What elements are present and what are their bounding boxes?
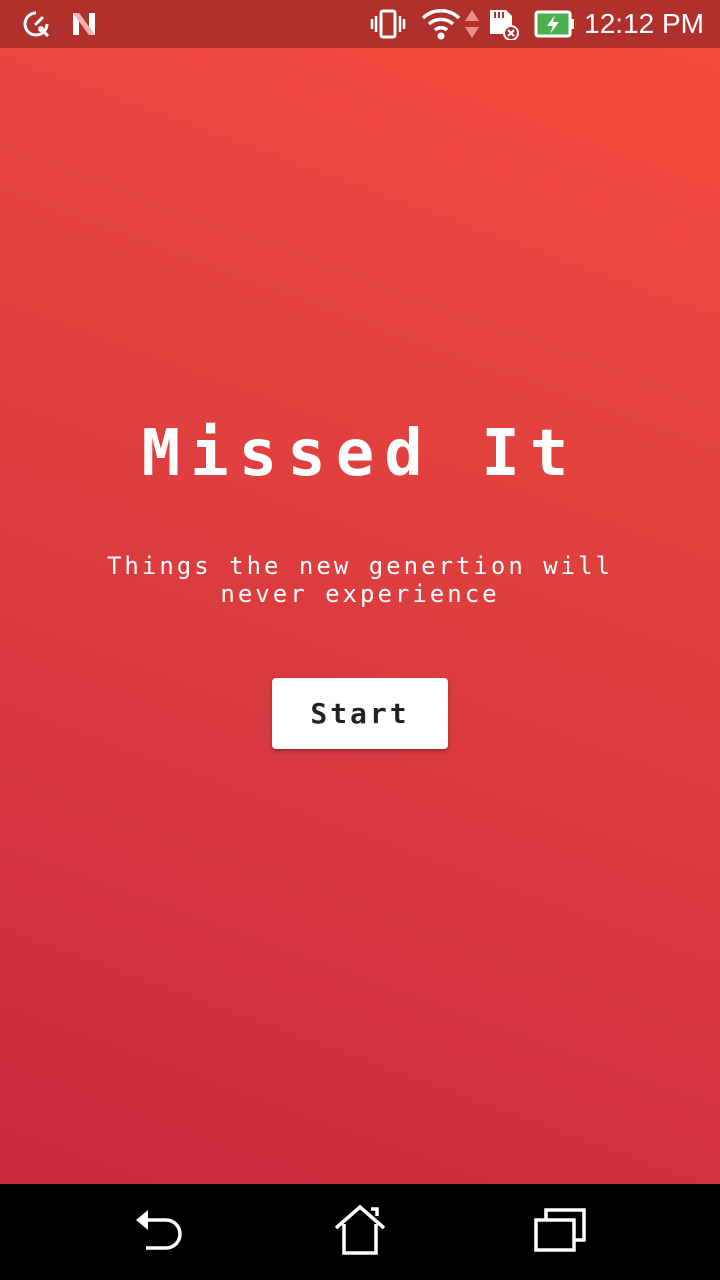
- recents-button[interactable]: [530, 1202, 590, 1262]
- start-button-label: Start: [310, 697, 410, 730]
- wifi-icon: [420, 8, 462, 40]
- battery-charging-icon: [534, 8, 576, 40]
- app-subtitle: Things the new genertion will never expe…: [106, 552, 614, 608]
- speedometer-wrench-icon: [20, 8, 52, 40]
- sd-card-error-icon: [486, 8, 520, 40]
- back-button[interactable]: [130, 1202, 190, 1262]
- back-icon: [134, 1206, 186, 1258]
- start-button[interactable]: Start: [272, 678, 448, 749]
- app-title: Missed It: [141, 417, 579, 491]
- recents-icon: [533, 1207, 587, 1257]
- n-notification-icon: [68, 8, 100, 40]
- status-bar: 12:12 PM: [0, 0, 720, 48]
- vibrate-icon: [370, 8, 406, 40]
- navigation-bar: [0, 1184, 720, 1280]
- home-icon: [333, 1204, 387, 1260]
- clock-time: 12:12 PM: [584, 8, 704, 39]
- home-button[interactable]: [330, 1202, 390, 1262]
- data-arrows-icon: [462, 8, 482, 40]
- phone-screen: 12:12 PM Missed It Things the new genert…: [0, 0, 720, 1280]
- main-screen: Missed It Things the new genertion will …: [0, 48, 720, 1184]
